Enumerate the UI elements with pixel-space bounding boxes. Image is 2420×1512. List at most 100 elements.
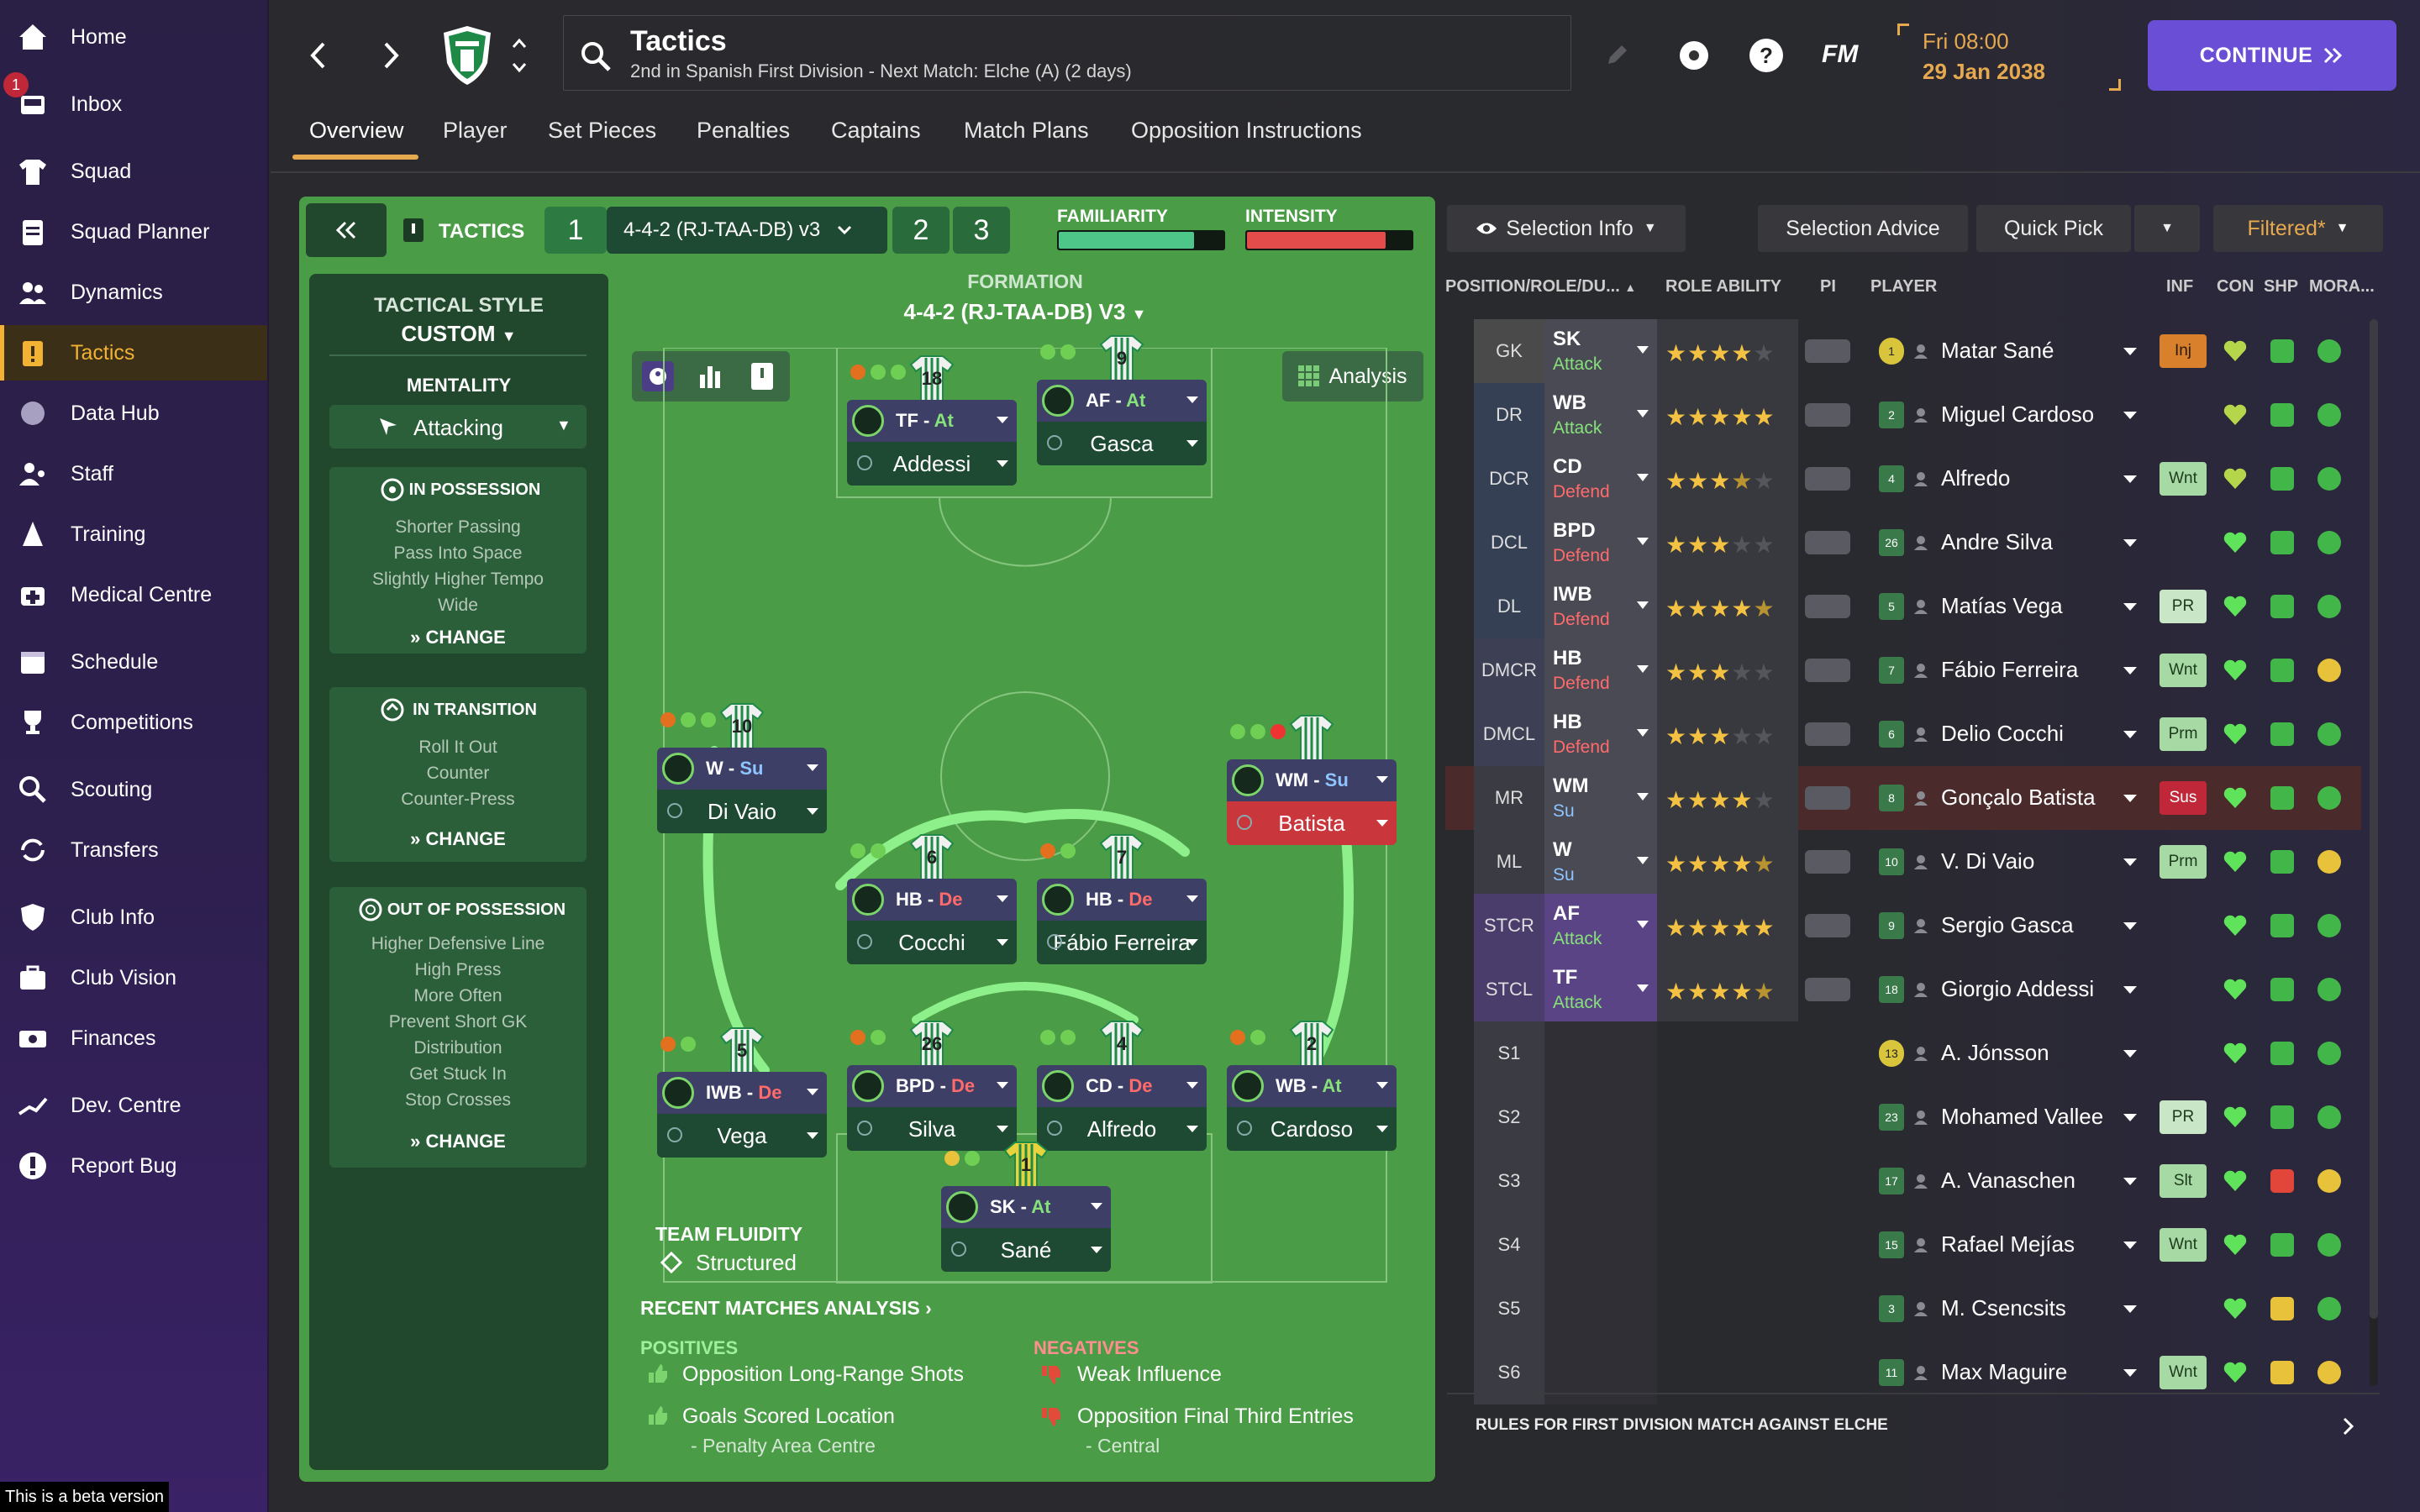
role-duty-selector[interactable]: HB Defend: [1544, 638, 1657, 702]
sidebar-item-transfers[interactable]: Transfers: [0, 822, 267, 878]
table-row[interactable]: STCR AF Attack ★★★★★ 9 Sergio Gasca: [1445, 894, 2361, 958]
player-name[interactable]: Matar Sané: [1941, 338, 2054, 364]
role-selector[interactable]: IWB - De: [657, 1072, 827, 1114]
tab-opposition-instructions[interactable]: Opposition Instructions: [1131, 118, 1362, 144]
ball-icon[interactable]: [1676, 37, 1712, 74]
table-row[interactable]: GK SK Attack ★★★★★ 1 Matar Sané Inj: [1445, 319, 2361, 383]
sidebar-item-report-bug[interactable]: Report Bug: [0, 1138, 267, 1194]
role-selector[interactable]: SK - At: [941, 1186, 1111, 1228]
player-instructions-icon[interactable]: [1805, 850, 1850, 874]
player-selector[interactable]: Sané: [941, 1228, 1111, 1272]
tactical-style-value[interactable]: CUSTOM ▼: [309, 321, 608, 347]
role-duty-selector[interactable]: CD Defend: [1544, 447, 1657, 511]
player-card[interactable]: WB - At Cardoso: [1227, 1065, 1397, 1151]
change-in-transition-button[interactable]: » CHANGE: [329, 828, 587, 850]
table-row[interactable]: S4 15 Rafael Mejías Wnt: [1445, 1213, 2361, 1277]
chevron-down-icon[interactable]: [2123, 1305, 2137, 1313]
player-instructions-icon[interactable]: [1805, 786, 1850, 810]
chevron-down-icon[interactable]: [2123, 1050, 2137, 1058]
table-row[interactable]: DR WB Attack ★★★★★ 2 Miguel Cardoso: [1445, 383, 2361, 447]
chevron-down-icon[interactable]: [2123, 412, 2137, 419]
sidebar-item-club-vision[interactable]: Club Vision: [0, 950, 267, 1005]
player-name[interactable]: Giorgio Addessi: [1941, 976, 2094, 1002]
table-row[interactable]: S5 3 M. Csencsits: [1445, 1277, 2361, 1341]
chevron-down-icon[interactable]: [2123, 348, 2137, 355]
table-row[interactable]: DCL BPD Defend ★★★★★ 26 Andre Silva: [1445, 511, 2361, 575]
tab-set-pieces[interactable]: Set Pieces: [548, 118, 656, 144]
table-row[interactable]: DCR CD Defend ★★★★★ 4 Alfredo Wnt: [1445, 447, 2361, 511]
column-header-position[interactable]: POSITION/ROLE/DU... ▲: [1445, 277, 1636, 297]
chevron-down-icon[interactable]: [2123, 475, 2137, 483]
sidebar-item-staff[interactable]: Staff: [0, 446, 267, 501]
player-instructions-icon[interactable]: [1805, 978, 1850, 1001]
player-name[interactable]: Gonçalo Batista: [1941, 785, 2096, 811]
mentality-selector[interactable]: Attacking ▼: [329, 405, 587, 449]
player-selector[interactable]: Fábio Ferreira: [1037, 921, 1207, 964]
club-switcher[interactable]: [508, 32, 531, 79]
player-instructions-icon[interactable]: [1805, 659, 1850, 682]
role-selector[interactable]: HB - De: [847, 879, 1017, 921]
player-card[interactable]: CD - De Alfredo: [1037, 1065, 1207, 1151]
role-selector[interactable]: HB - De: [1037, 879, 1207, 921]
role-selector[interactable]: W - Su: [657, 748, 827, 790]
sidebar-item-training[interactable]: Training: [0, 507, 267, 562]
player-card[interactable]: SK - At Sané: [941, 1186, 1111, 1272]
sidebar-item-home[interactable]: Home: [0, 9, 267, 65]
column-header-con[interactable]: CON: [2217, 277, 2254, 297]
sidebar-item-schedule[interactable]: Schedule: [0, 634, 267, 690]
sidebar-item-dynamics[interactable]: Dynamics: [0, 265, 267, 320]
role-selector[interactable]: BPD - De: [847, 1065, 1017, 1107]
table-row[interactable]: ML W Su ★★★★★ 10 V. Di Vaio Prm: [1445, 830, 2361, 894]
column-header-pi[interactable]: PI: [1820, 277, 1836, 297]
column-header-inf[interactable]: INF: [2166, 277, 2193, 297]
chevron-down-icon[interactable]: [2123, 795, 2137, 802]
chevron-down-icon[interactable]: [2123, 1369, 2137, 1377]
player-instructions-icon[interactable]: [1805, 722, 1850, 746]
player-name[interactable]: A. Jónsson: [1941, 1040, 2049, 1066]
player-selector[interactable]: Addessi: [847, 442, 1017, 486]
selection-info-dropdown[interactable]: Selection Info ▼: [1447, 205, 1686, 252]
player-card[interactable]: HB - De Fábio Ferreira: [1037, 879, 1207, 964]
player-selector[interactable]: Cocchi: [847, 921, 1017, 964]
chevron-down-icon[interactable]: [2123, 858, 2137, 866]
role-duty-selector[interactable]: TF Attack: [1544, 958, 1657, 1021]
scrollbar[interactable]: [2370, 319, 2378, 1386]
back-button[interactable]: [299, 34, 336, 77]
role-duty-selector[interactable]: WB Attack: [1544, 383, 1657, 447]
role-duty-selector[interactable]: WM Su: [1544, 766, 1657, 830]
filter-dropdown[interactable]: Filtered* ▼: [2213, 205, 2383, 252]
role-selector[interactable]: TF - At: [847, 400, 1017, 442]
sidebar-item-finances[interactable]: Finances: [0, 1011, 267, 1066]
selection-advice-button[interactable]: Selection Advice: [1758, 205, 1968, 252]
sidebar-item-medical-centre[interactable]: Medical Centre: [0, 567, 267, 622]
player-instructions-icon[interactable]: [1805, 914, 1850, 937]
player-selector[interactable]: Alfredo: [1037, 1107, 1207, 1151]
player-card[interactable]: TF - At Addessi: [847, 400, 1017, 486]
club-badge[interactable]: [440, 24, 494, 87]
player-instructions-icon[interactable]: [1805, 403, 1850, 427]
player-card[interactable]: BPD - De Silva: [847, 1065, 1017, 1151]
sidebar-item-squad[interactable]: Squad: [0, 144, 267, 199]
table-row[interactable]: S6 11 Max Maguire Wnt: [1445, 1341, 2361, 1404]
role-duty-selector[interactable]: AF Attack: [1544, 894, 1657, 958]
chevron-down-icon[interactable]: [2123, 539, 2137, 547]
player-instructions-icon[interactable]: [1805, 339, 1850, 363]
chevron-down-icon[interactable]: [2123, 667, 2137, 675]
sidebar-item-tactics[interactable]: Tactics: [0, 325, 267, 381]
tactic-selector[interactable]: 4-4-2 (RJ-TAA-DB) v3: [607, 207, 887, 254]
player-card[interactable]: WM - Su Batista: [1227, 759, 1397, 845]
role-duty-selector[interactable]: W Su: [1544, 830, 1657, 894]
player-name[interactable]: Matías Vega: [1941, 593, 2063, 619]
table-row[interactable]: DMCL HB Defend ★★★★★ 6 Delio Cocchi Prm: [1445, 702, 2361, 766]
player-selector[interactable]: Cardoso: [1227, 1107, 1397, 1151]
player-name[interactable]: A. Vanaschen: [1941, 1168, 2075, 1194]
help-icon[interactable]: ?: [1748, 37, 1785, 74]
table-row[interactable]: S3 17 A. Vanaschen Slt: [1445, 1149, 2361, 1213]
pencil-icon[interactable]: [1605, 42, 1630, 67]
player-selector[interactable]: Silva: [847, 1107, 1017, 1151]
table-row[interactable]: MR WM Su ★★★★★ 8 Gonçalo Batista Sus: [1445, 766, 2361, 830]
sidebar-item-scouting[interactable]: Scouting: [0, 762, 267, 817]
role-selector[interactable]: AF - At: [1037, 380, 1207, 422]
player-name[interactable]: V. Di Vaio: [1941, 848, 2034, 874]
player-selector[interactable]: Gasca: [1037, 422, 1207, 465]
